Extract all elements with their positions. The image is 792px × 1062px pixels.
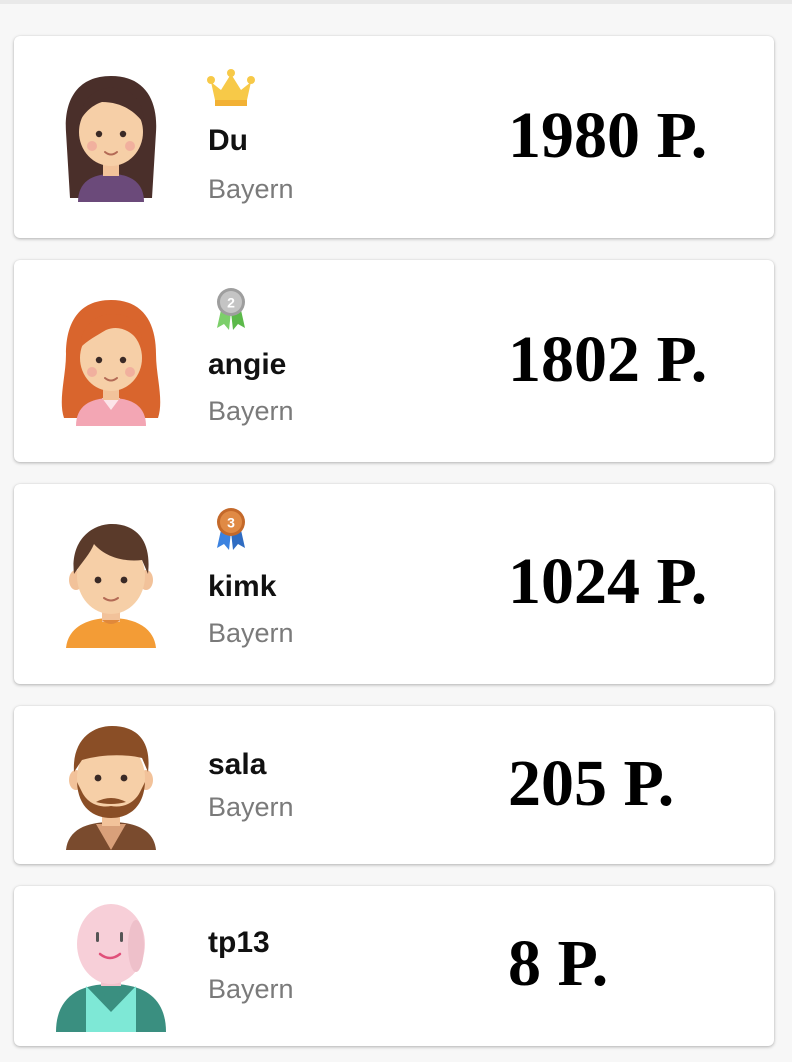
woman-red-hair-avatar	[61, 300, 161, 426]
bearded-man-avatar	[66, 726, 156, 850]
medal-rank-text: 2	[227, 295, 235, 311]
crown-icon	[207, 69, 255, 106]
player-region: Bayern	[208, 396, 294, 426]
player-points: 1024 P.	[508, 545, 708, 618]
player-name: sala	[208, 748, 267, 781]
medal-rank-text: 3	[227, 515, 235, 531]
leaderboard-row[interactable]: Du Bayern 1980 P.	[14, 36, 774, 238]
player-name: angie	[208, 348, 287, 381]
player-name: tp13	[208, 926, 270, 959]
player-points: 8 P.	[508, 927, 609, 1000]
leaderboard-row[interactable]: sala Bayern 205 P.	[14, 706, 774, 864]
player-points: 1980 P.	[508, 99, 708, 172]
woman-brown-hair-avatar	[65, 76, 157, 202]
player-name: kimk	[208, 570, 277, 603]
leaderboard-row[interactable]: tp13 Bayern 8 P.	[14, 886, 774, 1046]
leaderboard-list: Du Bayern 1980 P. 2 angie Bayern 1802 P.…	[0, 0, 792, 1062]
leaderboard-row[interactable]: 3 kimk Bayern 1024 P.	[14, 484, 774, 684]
player-name: Du	[208, 124, 248, 157]
leaderboard-row[interactable]: 2 angie Bayern 1802 P.	[14, 260, 774, 462]
boy-avatar	[66, 524, 156, 648]
player-region: Bayern	[208, 792, 294, 822]
player-region: Bayern	[208, 618, 294, 648]
player-points: 205 P.	[508, 747, 675, 820]
player-region: Bayern	[208, 174, 294, 204]
player-region: Bayern	[208, 974, 294, 1004]
default-pink-avatar	[56, 904, 166, 1032]
silver-medal-icon: 2	[217, 288, 245, 330]
player-points: 1802 P.	[508, 323, 708, 396]
bronze-medal-icon: 3	[217, 508, 245, 550]
